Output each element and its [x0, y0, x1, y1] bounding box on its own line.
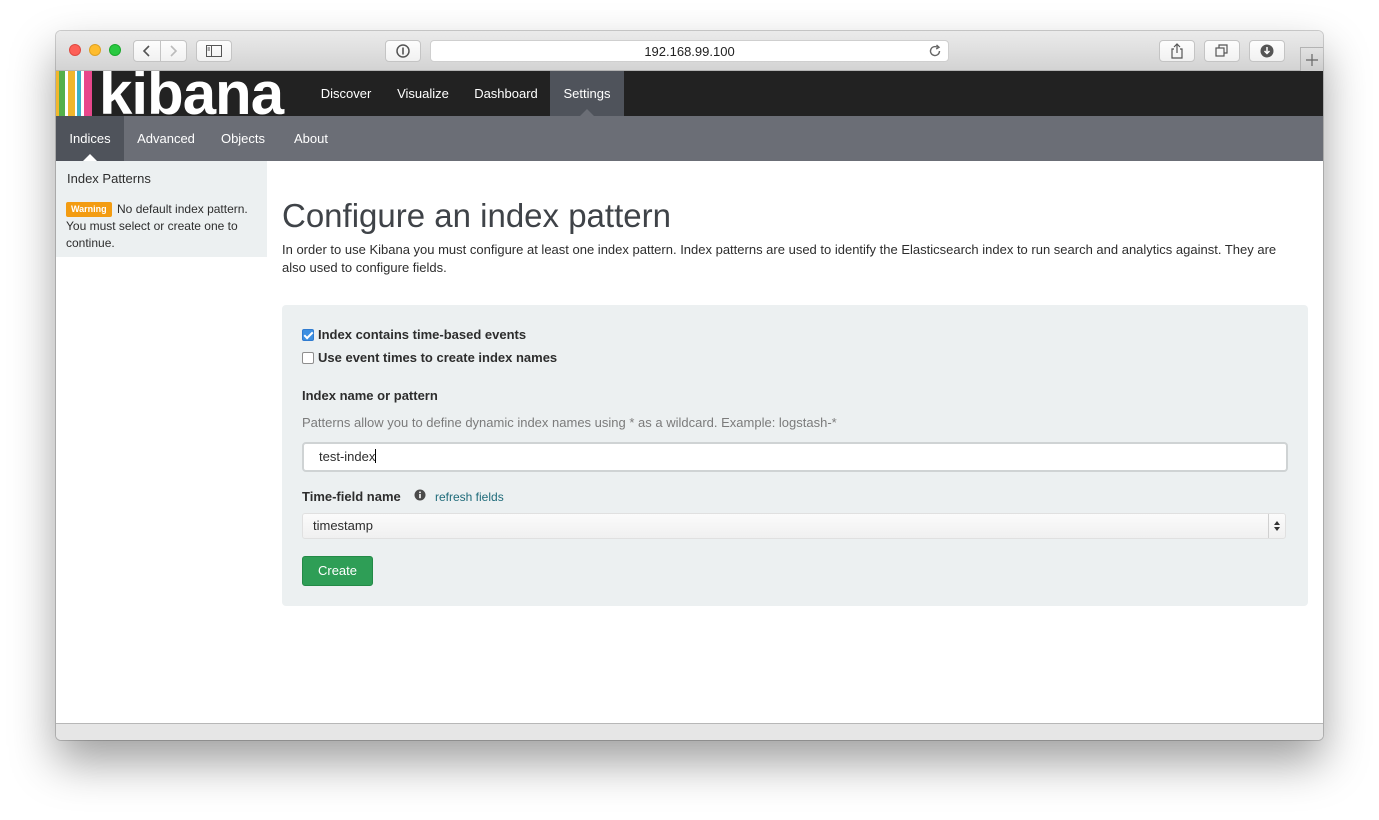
new-tab-button[interactable] — [1300, 47, 1323, 71]
select-arrows-icon — [1268, 514, 1285, 538]
index-name-label: Index name or pattern — [302, 388, 438, 403]
active-subtab-caret — [83, 154, 97, 161]
sidebar-title: Index Patterns — [67, 171, 151, 186]
logo-bar — [84, 71, 92, 116]
download-icon — [1260, 44, 1274, 58]
index-name-value: test-index — [319, 449, 376, 464]
time-based-label: Index contains time-based events — [318, 327, 527, 342]
time-field-select[interactable]: timestamp — [302, 513, 1286, 539]
active-tab-caret — [580, 109, 594, 116]
share-button[interactable] — [1159, 40, 1195, 62]
plus-icon — [1306, 53, 1318, 66]
logo-bar — [68, 71, 75, 116]
text-cursor — [375, 449, 377, 463]
warning-badge: Warning — [66, 202, 112, 217]
no-default-warning: Warning No default index pattern. You mu… — [66, 201, 258, 252]
back-button[interactable] — [134, 41, 160, 61]
time-based-checkbox-row[interactable]: Index contains time-based events — [302, 327, 526, 342]
privacy-report-button[interactable] — [385, 40, 421, 62]
page-title: Configure an index pattern — [282, 197, 671, 234]
subtab-about[interactable]: About — [278, 116, 344, 161]
subtab-indices[interactable]: Indices — [56, 116, 124, 161]
sidebar-toggle-button[interactable] — [196, 40, 232, 62]
browser-toolbar: 192.168.99.100 — [56, 31, 1323, 71]
tabs-icon — [1215, 44, 1228, 57]
kibana-logo[interactable]: kibana — [56, 71, 308, 116]
logo-bar — [77, 71, 81, 116]
index-name-input[interactable]: test-index — [302, 442, 1288, 472]
kibana-top-nav: kibana Discover Visualize Dashboard Sett… — [56, 71, 1323, 116]
tab-dashboard[interactable]: Dashboard — [462, 71, 550, 116]
minimize-window-button[interactable] — [89, 44, 101, 56]
browser-window: 192.168.99.100 kibana Discover Visualize… — [56, 31, 1323, 740]
address-url: 192.168.99.100 — [644, 43, 735, 59]
sidebar-icon — [206, 45, 222, 57]
subtab-advanced[interactable]: Advanced — [124, 116, 208, 161]
refresh-fields-link[interactable]: refresh fields — [435, 490, 504, 504]
forward-button[interactable] — [159, 41, 186, 61]
time-based-checkbox[interactable] — [302, 328, 314, 341]
time-field-label: Time-field name — [302, 489, 401, 504]
event-times-label: Use event times to create index names — [318, 350, 558, 365]
info-circle-icon — [396, 44, 410, 58]
reload-icon[interactable] — [928, 44, 942, 58]
index-patterns-sidebar: Index Patterns Warning No default index … — [56, 161, 267, 257]
browser-status-bar — [56, 723, 1323, 740]
history-nav — [133, 40, 187, 62]
intro-text: In order to use Kibana you must configur… — [282, 242, 1277, 275]
event-times-checkbox-row[interactable]: Use event times to create index names — [302, 350, 557, 365]
chevron-right-icon — [170, 45, 178, 57]
close-window-button[interactable] — [69, 44, 81, 56]
address-bar[interactable]: 192.168.99.100 — [430, 40, 949, 62]
zoom-window-button[interactable] — [109, 44, 121, 56]
settings-sub-nav: Indices Advanced Objects About — [56, 116, 1323, 161]
tab-discover[interactable]: Discover — [308, 71, 384, 116]
tab-visualize[interactable]: Visualize — [384, 71, 462, 116]
time-field-value: timestamp — [313, 518, 373, 533]
index-pattern-form: Index contains time-based events Use eve… — [282, 305, 1308, 606]
index-name-help: Patterns allow you to define dynamic ind… — [302, 415, 837, 430]
chevron-left-icon — [142, 45, 150, 57]
tabs-overview-button[interactable] — [1204, 40, 1240, 62]
info-icon[interactable] — [414, 489, 426, 501]
subtab-objects[interactable]: Objects — [208, 116, 278, 161]
logo-bar — [59, 71, 65, 116]
event-times-checkbox[interactable] — [302, 351, 314, 364]
downloads-button[interactable] — [1249, 40, 1285, 62]
share-icon — [1171, 43, 1183, 59]
logo-wordmark: kibana — [99, 71, 284, 116]
create-button[interactable]: Create — [302, 556, 373, 586]
tab-settings[interactable]: Settings — [550, 71, 624, 116]
